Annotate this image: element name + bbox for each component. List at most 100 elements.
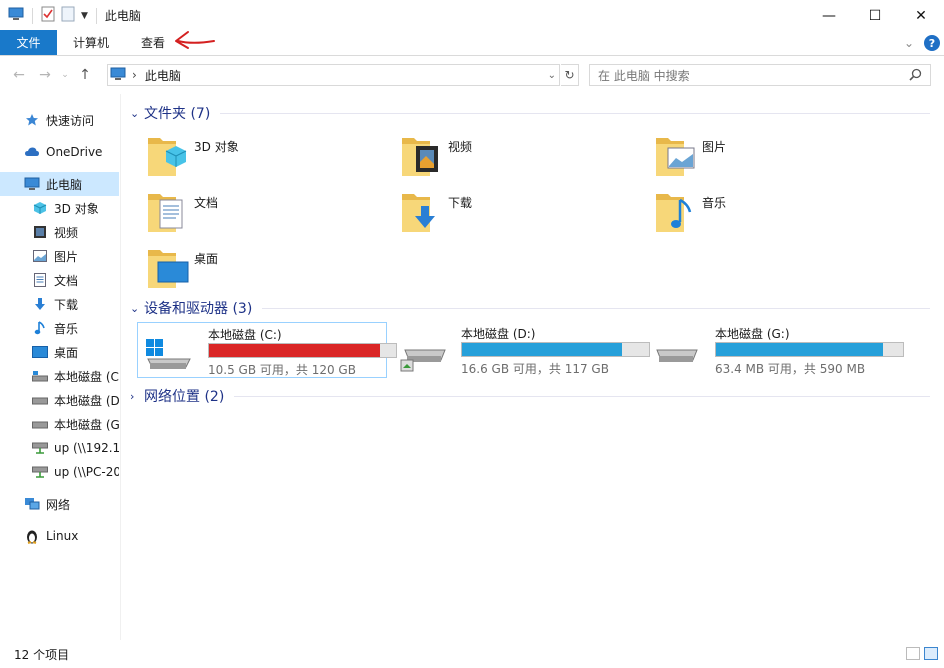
music-icon bbox=[32, 320, 48, 336]
search-placeholder: 在 此电脑 中搜索 bbox=[598, 68, 690, 83]
up-arrow-icon[interactable]: ↑ bbox=[72, 67, 98, 83]
large-icons-view-button[interactable] bbox=[924, 647, 938, 660]
tab-file[interactable]: 文件 bbox=[0, 30, 57, 55]
drive-usage-bar bbox=[461, 342, 650, 357]
network-drive-icon bbox=[32, 440, 48, 456]
video-icon bbox=[32, 224, 48, 240]
nav-videos[interactable]: 视频 bbox=[0, 220, 119, 244]
star-icon bbox=[24, 112, 40, 128]
group-header-network[interactable]: › 网络位置 (2) bbox=[130, 386, 930, 406]
refresh-button[interactable]: ↻ bbox=[561, 64, 579, 86]
nav-network[interactable]: 网络 bbox=[0, 492, 119, 516]
collapse-chevron-icon[interactable]: ⌄ bbox=[130, 107, 144, 120]
cube-icon bbox=[32, 200, 48, 216]
expand-chevron-icon[interactable]: › bbox=[130, 390, 144, 403]
nav-pictures[interactable]: 图片 bbox=[0, 244, 119, 268]
drive-c[interactable]: 本地磁盘 (C:) 10.5 GB 可用，共 120 GB bbox=[137, 322, 397, 378]
folder-downloads[interactable]: 下载 bbox=[400, 188, 640, 238]
folder-videos[interactable]: 视频 bbox=[400, 132, 640, 182]
forward-arrow-icon[interactable]: → bbox=[32, 67, 58, 83]
drive-name: 本地磁盘 (D:) bbox=[461, 327, 536, 341]
drive-space-info: 10.5 GB 可用，共 120 GB bbox=[208, 363, 356, 377]
drive-usage-bar bbox=[208, 343, 397, 358]
nav-drive-g[interactable]: 本地磁盘 (G:) bbox=[0, 412, 119, 436]
help-icon[interactable]: ? bbox=[924, 35, 940, 51]
nav-this-pc[interactable]: 此电脑 bbox=[0, 172, 119, 196]
customize-dropdown-icon[interactable]: ▼ bbox=[81, 11, 88, 21]
desktop-folder-icon bbox=[148, 250, 189, 288]
group-header-devices[interactable]: ⌄ 设备和驱动器 (3) bbox=[130, 298, 930, 318]
folder-music[interactable]: 音乐 bbox=[654, 188, 894, 238]
group-header-folders[interactable]: ⌄ 文件夹 (7) bbox=[130, 103, 930, 123]
address-dropdown-icon[interactable]: ⌄ bbox=[548, 70, 556, 81]
folder-pictures[interactable]: 图片 bbox=[654, 132, 894, 182]
drive-usage-bar bbox=[715, 342, 904, 357]
downloads-folder-icon bbox=[402, 194, 435, 232]
nav-music[interactable]: 音乐 bbox=[0, 316, 119, 340]
pictures-folder-icon bbox=[656, 138, 695, 176]
address-row: ← → ⌄ ↑ › 此电脑 ⌄ ↻ 在 此电脑 中搜索 bbox=[0, 56, 944, 94]
nav-quick-access[interactable]: 快速访问 bbox=[0, 108, 119, 132]
folder-desktop[interactable]: 桌面 bbox=[146, 244, 386, 294]
folder-3d-objects[interactable]: 3D 对象 bbox=[146, 132, 386, 182]
computer-icon[interactable] bbox=[8, 7, 24, 24]
tab-computer[interactable]: 计算机 bbox=[57, 30, 125, 55]
3d-objects-folder-icon bbox=[148, 138, 187, 176]
content-pane: ⌄ 文件夹 (7) 3D 对象 视频 图片 文档 下载 音乐 桌面 ⌄ 设备和驱… bbox=[122, 94, 944, 640]
maximize-button[interactable]: ☐ bbox=[852, 0, 898, 31]
properties-icon[interactable] bbox=[41, 6, 55, 25]
nav-drive-c[interactable]: 本地磁盘 (C:) bbox=[0, 364, 119, 388]
drive-d[interactable]: 本地磁盘 (D:) 16.6 GB 可用，共 117 GB bbox=[391, 322, 650, 378]
tab-view[interactable]: 查看 bbox=[125, 30, 181, 55]
windows-drive-icon bbox=[146, 339, 191, 369]
separator bbox=[95, 7, 97, 24]
back-arrow-icon[interactable]: ← bbox=[6, 67, 32, 83]
cloud-icon bbox=[24, 144, 40, 160]
breadcrumb-separator[interactable]: › bbox=[132, 68, 137, 82]
title-bar: ▼ 此电脑 — ☐ ✕ bbox=[0, 0, 944, 31]
collapse-chevron-icon[interactable]: ⌄ bbox=[130, 302, 144, 315]
computer-icon bbox=[110, 67, 126, 84]
nav-drive-d[interactable]: 本地磁盘 (D:) bbox=[0, 388, 119, 412]
download-icon bbox=[32, 296, 48, 312]
network-drive-icon bbox=[32, 464, 48, 480]
nav-documents[interactable]: 文档 bbox=[0, 268, 119, 292]
ribbon: 文件 计算机 查看 ⌄ ? bbox=[0, 30, 944, 56]
nav-network-drive-1[interactable]: up (\\192.168.1.1) bbox=[0, 436, 119, 460]
new-folder-icon[interactable] bbox=[61, 6, 75, 25]
nav-desktop[interactable]: 桌面 bbox=[0, 340, 119, 364]
nav-3d-objects[interactable]: 3D 对象 bbox=[0, 196, 119, 220]
drive-name: 本地磁盘 (C:) bbox=[208, 328, 282, 342]
status-bar: 12 个项目 bbox=[0, 640, 944, 668]
drive-g[interactable]: 本地磁盘 (G:) 63.4 MB 可用，共 590 MB bbox=[645, 322, 904, 378]
computer-icon bbox=[24, 176, 40, 192]
window-title: 此电脑 bbox=[104, 9, 141, 23]
drive-name: 本地磁盘 (G:) bbox=[715, 327, 790, 341]
nav-downloads[interactable]: 下载 bbox=[0, 292, 119, 316]
linux-icon bbox=[24, 528, 40, 544]
document-icon bbox=[32, 272, 48, 288]
minimize-button[interactable]: — bbox=[806, 0, 852, 31]
close-button[interactable]: ✕ bbox=[898, 0, 944, 31]
drive-icon bbox=[32, 392, 48, 408]
folder-documents[interactable]: 文档 bbox=[146, 188, 386, 238]
drive-space-info: 63.4 MB 可用，共 590 MB bbox=[715, 362, 866, 376]
drive-icon bbox=[32, 416, 48, 432]
desktop-icon bbox=[32, 344, 48, 360]
separator bbox=[32, 7, 33, 24]
recent-locations-dropdown-icon[interactable]: ⌄ bbox=[58, 70, 72, 80]
search-icon[interactable] bbox=[909, 68, 922, 84]
nav-onedrive[interactable]: OneDrive bbox=[0, 140, 119, 164]
videos-folder-icon bbox=[402, 138, 438, 176]
nav-network-drive-2[interactable]: up (\\PC-2019) bbox=[0, 460, 119, 484]
details-view-button[interactable] bbox=[906, 647, 920, 660]
search-input[interactable]: 在 此电脑 中搜索 bbox=[589, 64, 931, 86]
drive-icon bbox=[656, 349, 698, 362]
drive-space-info: 16.6 GB 可用，共 117 GB bbox=[461, 362, 609, 376]
nav-linux[interactable]: Linux bbox=[0, 524, 119, 548]
address-bar[interactable]: › 此电脑 ⌄ bbox=[107, 64, 560, 86]
drive-icon bbox=[32, 368, 48, 384]
expand-ribbon-icon[interactable]: ⌄ bbox=[904, 36, 914, 50]
breadcrumb-this-pc[interactable]: 此电脑 bbox=[145, 67, 181, 84]
documents-folder-icon bbox=[148, 194, 183, 232]
